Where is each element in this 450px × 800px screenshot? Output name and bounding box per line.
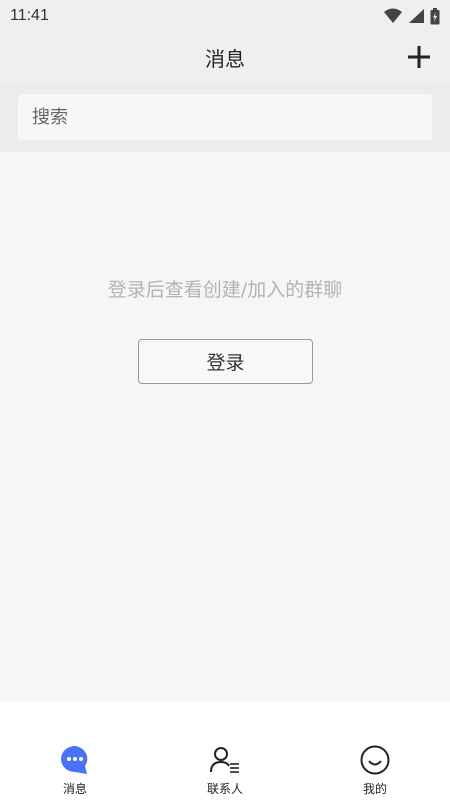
- status-icons: [384, 7, 440, 25]
- nav-item-contacts[interactable]: 联系人: [150, 702, 300, 800]
- signal-icon: [409, 9, 424, 23]
- nav-label-messages: 消息: [62, 782, 87, 796]
- status-bar: 11:41: [0, 0, 450, 32]
- smiley-icon: [359, 744, 391, 776]
- empty-state-message: 登录后查看创建/加入的群聊: [107, 279, 343, 301]
- login-button[interactable]: 登录: [138, 339, 313, 384]
- messages-screen: 11:41 消息 登录后查看创建/加入的群聊 登录: [0, 0, 450, 800]
- battery-icon: [430, 7, 440, 24]
- nav-label-me: 我的: [362, 782, 387, 796]
- nav-label-contacts: 联系人: [206, 782, 243, 796]
- wifi-icon: [384, 8, 402, 23]
- bottom-navigation: 消息 联系人 我的: [0, 702, 450, 800]
- chat-bubble-icon: [59, 744, 91, 776]
- top-header: 消息: [0, 32, 450, 82]
- nav-item-me[interactable]: 我的: [300, 702, 450, 800]
- search-bar: [0, 82, 450, 152]
- plus-icon: [408, 46, 430, 68]
- status-time: 11:41: [10, 7, 49, 24]
- nav-item-messages[interactable]: 消息: [0, 702, 150, 800]
- add-button[interactable]: [404, 42, 434, 72]
- contacts-icon: [209, 744, 241, 776]
- search-input[interactable]: [18, 94, 432, 140]
- page-title: 消息: [205, 46, 245, 71]
